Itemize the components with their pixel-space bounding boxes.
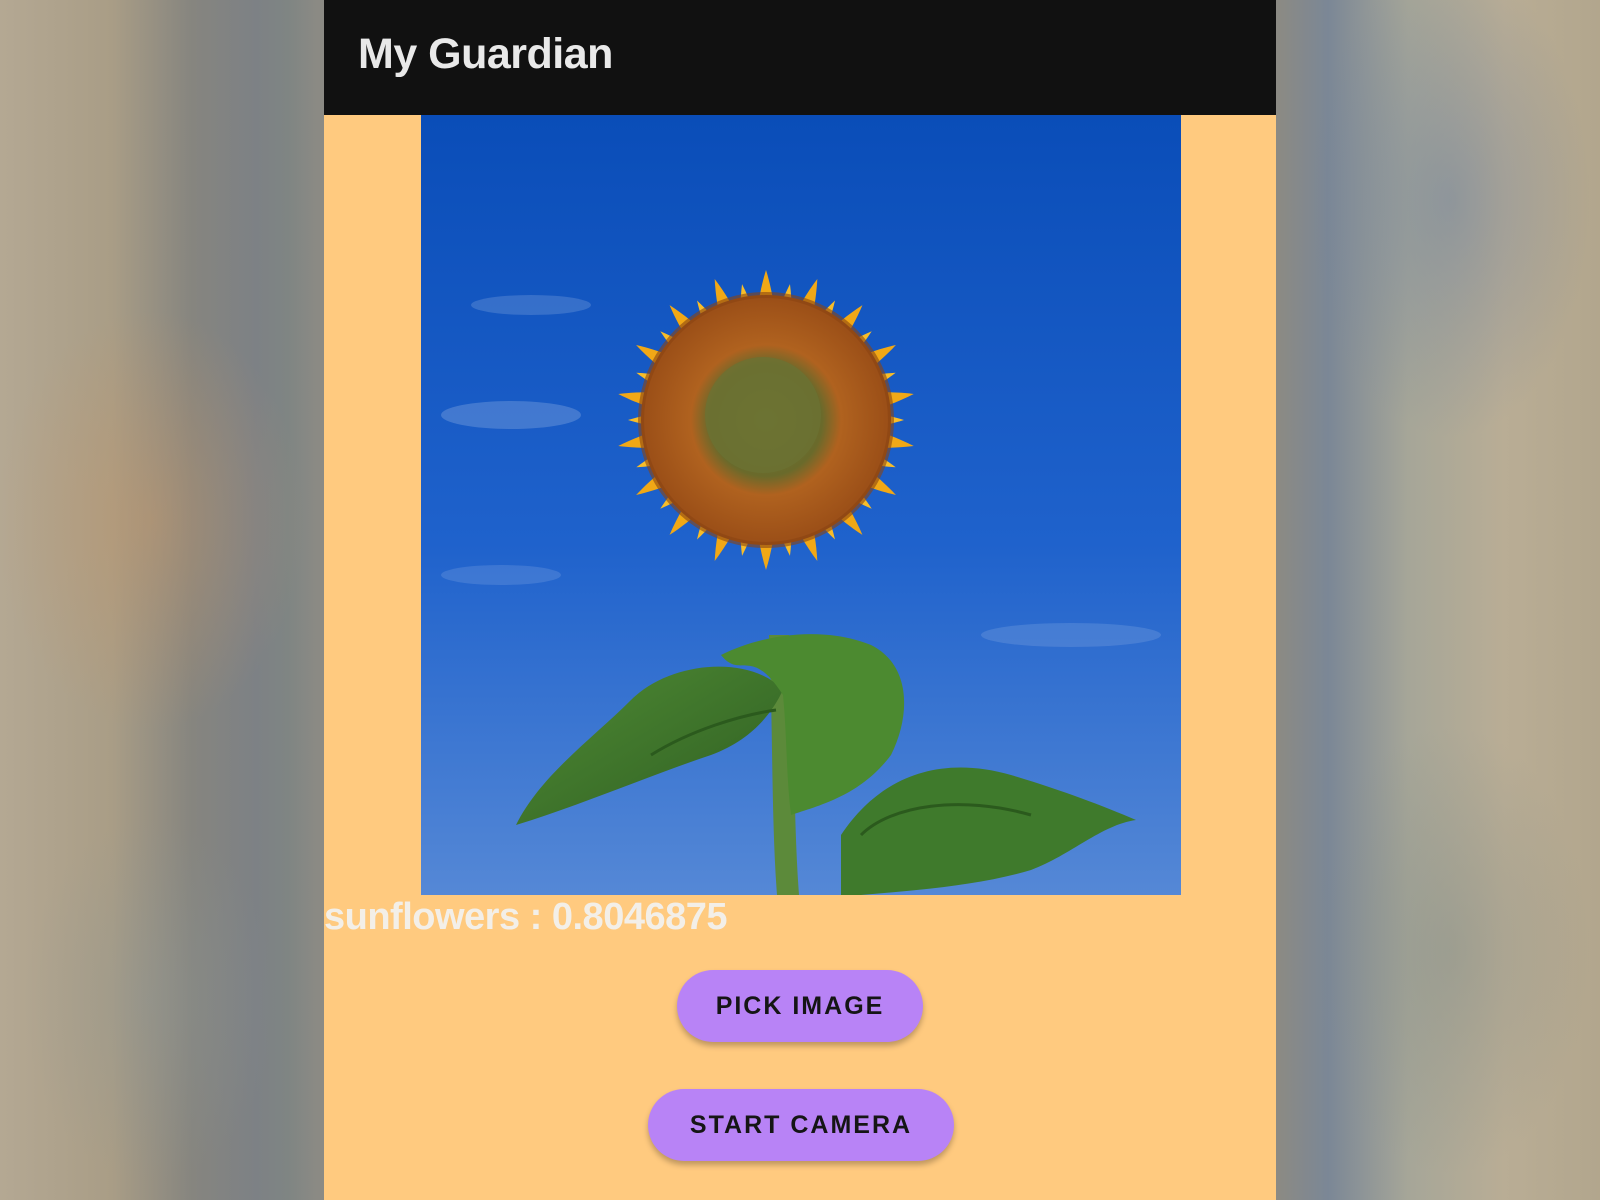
prediction-result: sunflowers : 0.8046875 (324, 896, 728, 938)
pick-image-button[interactable]: PICK IMAGE (677, 970, 923, 1042)
start-camera-button[interactable]: START CAMERA (648, 1089, 954, 1161)
app-bar: My Guardian (324, 0, 1276, 115)
app-title: My Guardian (358, 30, 613, 78)
app-screen: My Guardian sunflowers: 0.8046875 PICK … (324, 0, 1276, 1200)
preview-image (421, 115, 1181, 895)
